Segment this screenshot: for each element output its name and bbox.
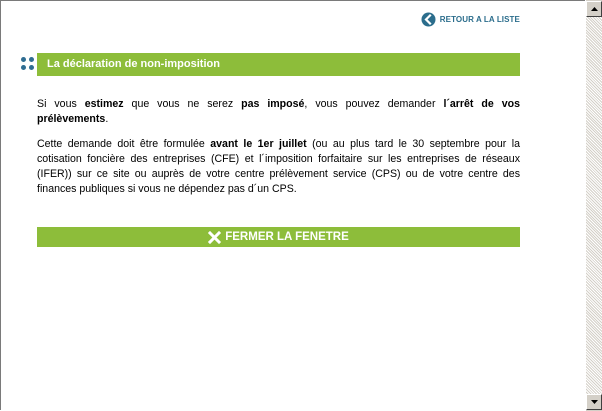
- scroll-up-button[interactable]: [586, 1, 602, 17]
- bold-run: estimez: [84, 98, 124, 110]
- back-to-list-link[interactable]: RETOUR A LA LISTE: [421, 12, 520, 27]
- text-run: Cette demande doit être formulée: [37, 138, 211, 150]
- back-to-list-label: RETOUR A LA LISTE: [439, 15, 520, 24]
- scroll-down-arrow-icon: [591, 400, 598, 404]
- close-window-label: FERMER LA FENETRE: [225, 231, 349, 243]
- bold-run: pas imposé: [241, 98, 305, 110]
- scroll-track[interactable]: [586, 17, 602, 394]
- scroll-up-arrow-icon: [591, 7, 598, 11]
- four-dots-icon: [21, 57, 35, 71]
- scroll-down-button[interactable]: [586, 394, 602, 410]
- text-run: , vous pouvez demander: [304, 98, 444, 110]
- close-window-button[interactable]: FERMER LA FENETRE: [37, 227, 520, 247]
- intro-paragraph: Si vous estimez que vous ne serez pas im…: [37, 97, 520, 127]
- text-run: que vous ne serez: [123, 98, 242, 110]
- section-title: La déclaration de non-imposition: [37, 53, 520, 76]
- bold-run: avant le 1er juillet: [210, 138, 307, 150]
- close-x-icon: [208, 230, 222, 244]
- vertical-scrollbar[interactable]: [585, 0, 602, 411]
- deadline-paragraph: Cette demande doit être formulée avant l…: [37, 137, 520, 197]
- text-run: Si vous: [37, 98, 85, 110]
- text-run: .: [105, 113, 109, 125]
- back-arrow-circle-icon: [421, 12, 436, 27]
